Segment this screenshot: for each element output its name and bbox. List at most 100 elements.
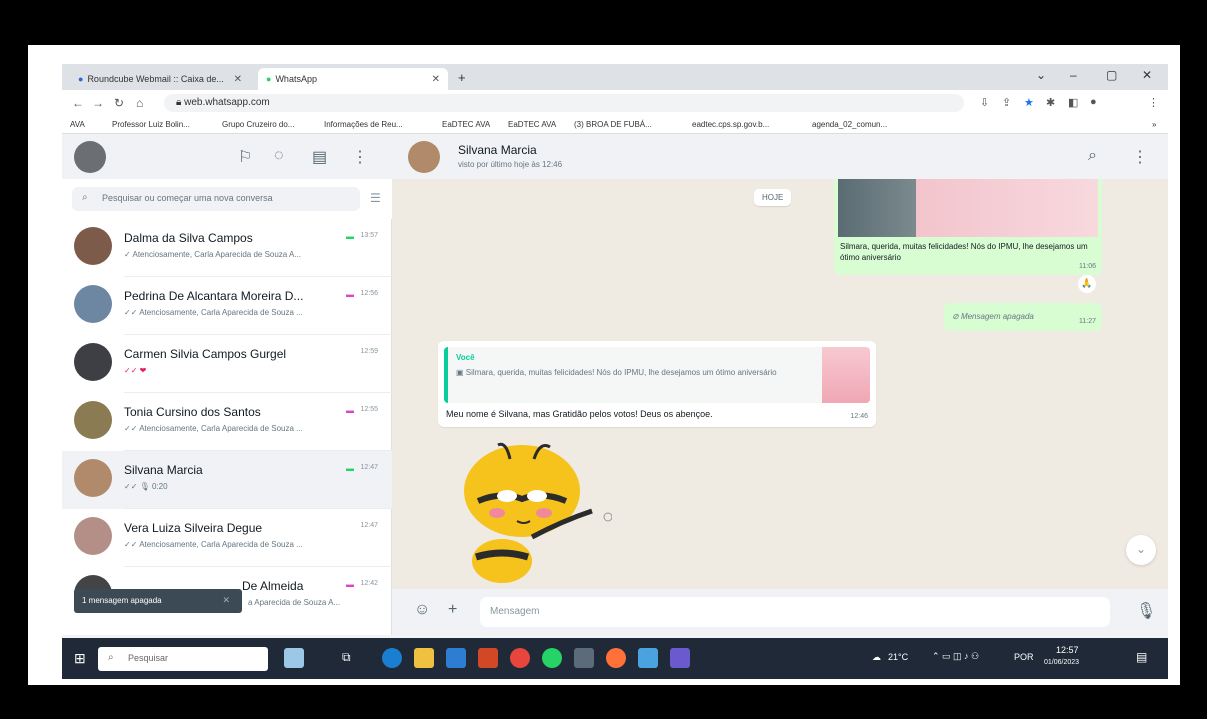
chat-name: Silvana Marcia <box>124 463 203 477</box>
label-icon: ▬ <box>346 406 354 415</box>
clock-time[interactable]: 12:57 <box>1056 645 1079 655</box>
sidepanel-icon[interactable]: ◧ <box>1068 96 1078 109</box>
avatar <box>74 517 112 555</box>
whatsapp-icon[interactable] <box>542 648 562 668</box>
filter-icon[interactable]: ☰ <box>370 191 381 205</box>
reaction-icon[interactable]: 🙏 <box>1078 275 1096 293</box>
scroll-down-button[interactable]: ⌄ <box>1126 535 1156 565</box>
home-icon[interactable]: ⌂ <box>136 96 143 110</box>
bookmarks-bar: AVA Professor Luiz Bolin... Grupo Cruzei… <box>62 116 1168 134</box>
star-icon[interactable]: ★ <box>1024 96 1034 109</box>
message-input[interactable]: Mensagem <box>480 597 1110 627</box>
chat-item[interactable]: Vera Luiza Silveira Degue 12:47 ✓✓ Atenc… <box>62 509 392 567</box>
search-icon[interactable]: ⌕ <box>1088 147 1097 165</box>
mail-icon: ● <box>78 74 84 84</box>
tab-roundcube[interactable]: ● Roundcube Webmail :: Caixa de... ✕ <box>70 68 250 90</box>
explorer-icon[interactable] <box>414 648 434 668</box>
language-indicator[interactable]: POR <box>1014 652 1034 662</box>
notifications-icon[interactable]: ▤ <box>1136 650 1147 664</box>
url-input[interactable]: 🔒︎ web.whatsapp.com <box>164 94 964 112</box>
tab-title: WhatsApp <box>275 74 317 84</box>
windows-taskbar: ⊞ ⌕ Pesquisar ⧉ ☁ 21°C ⌃ ▭ ◫ ♪ ⚇ POR 12:… <box>62 638 1168 679</box>
tray-icons[interactable]: ⌃ ▭ ◫ ♪ ⚇ <box>932 651 979 662</box>
bookmark-item[interactable]: agenda_02_comun... <box>812 120 887 129</box>
windows-start-icon[interactable]: ⊞ <box>74 650 86 667</box>
bookmark-item[interactable]: (3) BROA DE FUBÁ... <box>574 120 652 129</box>
chat-item[interactable]: Tonia Cursino dos Santos ▬ 12:55 ✓✓ Aten… <box>62 393 392 451</box>
search-icon: ⌕ <box>82 192 88 203</box>
chat-item-selected[interactable]: Silvana Marcia ▬ 12:47 ✓✓ 🎙 0:20 <box>62 451 392 509</box>
widget-icon[interactable] <box>284 648 304 668</box>
whatsapp-app: ⚐ ◌ ▤ ⋮ ⌕ Pesquisar ou começar uma nova … <box>62 135 1168 635</box>
chat-item[interactable]: Dalma da Silva Campos ▬ 13:57 ✓ Atencios… <box>62 219 392 277</box>
maximize-button[interactable]: ▢ <box>1106 68 1117 82</box>
microphone-icon[interactable]: 🎙︎ <box>1136 601 1156 621</box>
bee-sticker[interactable] <box>462 441 612 591</box>
new-chat-icon[interactable]: ▤ <box>312 147 327 167</box>
chrome-icon[interactable] <box>510 648 530 668</box>
chat-name: Tonia Cursino dos Santos <box>124 405 261 419</box>
more-bookmarks-icon[interactable]: » <box>1152 120 1156 129</box>
chat-preview: ✓✓ Atenciosamente, Carla Aparecida de So… <box>124 424 303 433</box>
incoming-message[interactable]: Você ▣ Silmara, querida, muitas felicida… <box>438 341 876 427</box>
communities-icon[interactable]: ⚐ <box>238 147 252 167</box>
bookmark-item[interactable]: EaDTEC AVA <box>508 120 556 129</box>
address-bar-row: ← → ↻ ⌂ 🔒︎ web.whatsapp.com ⇩ ⇪ ★ ✱ ◧ ● … <box>62 90 1168 116</box>
minimize-button[interactable]: – <box>1070 68 1077 82</box>
bookmark-item[interactable]: Informações de Reu... <box>324 120 403 129</box>
quote-text: ▣ Silmara, querida, muitas felicidades! … <box>456 367 806 379</box>
bookmark-item[interactable]: EaDTEC AVA <box>442 120 490 129</box>
chat-preview: ✓✓ 🎙 0:20 <box>124 482 168 491</box>
chat-item[interactable]: Pedrina De Alcantara Moreira D... ▬ 12:5… <box>62 277 392 335</box>
task-view-icon[interactable]: ⧉ <box>342 650 351 665</box>
image-thumbnail[interactable] <box>838 179 1098 237</box>
back-icon[interactable]: ← <box>72 96 84 110</box>
bookmark-item[interactable]: eadtec.cps.sp.gov.b... <box>692 120 769 129</box>
label-icon: ▬ <box>346 290 354 299</box>
store-icon[interactable] <box>446 648 466 668</box>
close-window-button[interactable]: ✕ <box>1142 68 1152 82</box>
emoji-icon[interactable]: ☺ <box>414 601 430 619</box>
weather-icon[interactable]: ☁ <box>872 652 881 663</box>
quoted-message[interactable]: Você ▣ Silmara, querida, muitas felicida… <box>444 347 870 403</box>
menu-icon[interactable]: ⋮ <box>1132 147 1148 167</box>
chevron-down-icon[interactable]: ⌄ <box>1036 68 1046 82</box>
install-icon[interactable]: ⇩ <box>980 96 989 109</box>
chat-name: Dalma da Silva Campos <box>124 231 253 245</box>
clock-date[interactable]: 01/06/2023 <box>1044 659 1079 666</box>
close-tab-icon[interactable]: ✕ <box>234 74 242 85</box>
app-icon[interactable] <box>638 648 658 668</box>
calculator-icon[interactable] <box>574 648 594 668</box>
conversation-header[interactable]: Silvana Marcia visto por último hoje às … <box>392 135 1168 179</box>
profile-avatar[interactable]: ● <box>1090 96 1097 108</box>
attach-icon[interactable]: + <box>448 601 457 619</box>
chat-item[interactable]: Carmen Silvia Campos Gurgel 12:59 ✓✓ ❤ <box>62 335 392 393</box>
share-icon[interactable]: ⇪ <box>1002 96 1011 109</box>
bookmark-item[interactable]: AVA <box>70 120 85 129</box>
edge-icon[interactable] <box>382 648 402 668</box>
toast-notification: 1 mensagem apagada ✕ <box>74 589 242 613</box>
new-tab-button[interactable]: + <box>458 70 466 85</box>
close-icon[interactable]: ✕ <box>222 595 230 606</box>
menu-icon[interactable]: ⋮ <box>352 147 368 167</box>
outgoing-image-message[interactable]: Silmara, querida, muitas felicidades! Nó… <box>834 179 1102 275</box>
search-input[interactable]: ⌕ Pesquisar ou começar uma nova conversa <box>72 187 360 211</box>
bookmark-item[interactable]: Professor Luiz Bolin... <box>112 120 190 129</box>
taskbar-search-input[interactable]: ⌕ Pesquisar <box>98 647 268 671</box>
avatar <box>74 285 112 323</box>
contact-avatar[interactable] <box>408 141 440 173</box>
tab-whatsapp[interactable]: ● WhatsApp ✕ <box>258 68 448 90</box>
office-icon[interactable] <box>478 648 498 668</box>
bookmark-item[interactable]: Grupo Cruzeiro do... <box>222 120 294 129</box>
app-icon[interactable] <box>670 648 690 668</box>
deleted-message: ⊘ Mensagem apagada 11:27 <box>944 303 1102 331</box>
chat-name: Vera Luiza Silveira Degue <box>124 521 263 535</box>
my-avatar[interactable] <box>74 141 106 173</box>
close-tab-icon[interactable]: ✕ <box>432 74 440 85</box>
menu-icon[interactable]: ⋮ <box>1148 96 1159 109</box>
status-icon[interactable]: ◌ <box>274 147 284 165</box>
firefox-icon[interactable] <box>606 648 626 668</box>
reload-icon[interactable]: ↻ <box>114 96 124 110</box>
extensions-icon[interactable]: ✱ <box>1046 96 1055 109</box>
forward-icon[interactable]: → <box>92 96 104 110</box>
